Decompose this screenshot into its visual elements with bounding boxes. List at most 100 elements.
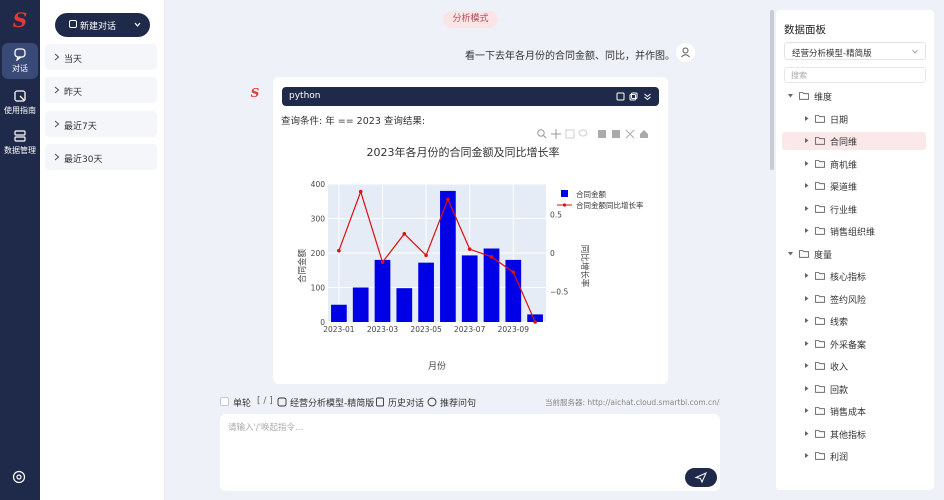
yoy-point[interactable] <box>489 255 494 259</box>
caret-right-icon[interactable] <box>804 408 809 413</box>
caret-right-icon[interactable] <box>804 363 809 368</box>
recommend-questions-link[interactable]: 推荐问句 <box>440 396 476 409</box>
caret-right-icon[interactable] <box>804 453 809 458</box>
chat-input[interactable] <box>228 421 698 461</box>
edit-icon[interactable] <box>616 92 625 101</box>
caret-right-icon[interactable] <box>804 295 809 301</box>
tree-item[interactable]: 收入 <box>782 357 926 375</box>
legend-line-marker <box>562 203 567 207</box>
chevron-down-icon[interactable] <box>134 21 141 28</box>
tree-item[interactable]: 利润 <box>782 447 926 465</box>
rail-item-chat[interactable]: 对话 <box>2 43 38 79</box>
settings-icon[interactable] <box>12 470 26 484</box>
history-icon <box>376 397 384 407</box>
model-icon <box>277 397 287 407</box>
yoy-point[interactable] <box>533 320 537 324</box>
tree-item[interactable]: 日期 <box>782 110 926 128</box>
y-tick-label: 200 <box>311 249 326 258</box>
yoy-point[interactable] <box>424 253 428 258</box>
analysis-mode-badge[interactable]: 分析模式 <box>443 11 498 28</box>
tree-item[interactable]: 行业维 <box>782 200 926 218</box>
tree-item[interactable]: 合同维 <box>782 132 926 150</box>
legend-label-yoy[interactable]: 合同金额同比增长率 <box>576 200 644 210</box>
rail-item-data-management[interactable]: 数据管理 <box>1 125 39 161</box>
bar[interactable] <box>374 259 391 322</box>
caret-right-icon[interactable] <box>804 430 809 436</box>
tree-item[interactable]: 签约风险 <box>782 290 926 308</box>
x-axis-title: 月份 <box>428 360 446 372</box>
caret-right-icon[interactable] <box>804 340 809 346</box>
autoscale-icon[interactable] <box>625 129 635 139</box>
tree-item[interactable]: 销售组织维 <box>782 222 926 240</box>
tree-item[interactable]: 线索 <box>782 312 926 330</box>
chat-input-box <box>220 414 720 491</box>
tree-group[interactable]: 度量 <box>782 245 926 263</box>
single-turn-checkbox[interactable] <box>220 397 229 406</box>
yoy-point[interactable] <box>337 248 341 253</box>
folder-icon <box>815 317 825 325</box>
history-dialog-link[interactable]: 历史对话 <box>388 396 424 409</box>
collapse-icon[interactable] <box>643 92 652 101</box>
tree-item[interactable]: 其他指标 <box>782 425 926 443</box>
yoy-point[interactable] <box>402 232 407 236</box>
new-chat-button[interactable]: 新建对话 <box>55 13 150 37</box>
tree-item[interactable]: 回款 <box>782 380 926 398</box>
copy-icon[interactable] <box>629 92 638 101</box>
main-scrollbar[interactable] <box>770 10 774 170</box>
tree-item[interactable]: 商机维 <box>782 155 926 173</box>
rail-item-guide[interactable]: 使用指南 <box>1 85 39 121</box>
data-panel-search-input[interactable] <box>784 67 926 83</box>
lasso-icon[interactable] <box>578 129 588 137</box>
yoy-point[interactable] <box>446 197 450 202</box>
yoy-point[interactable] <box>467 247 472 251</box>
bar[interactable] <box>396 288 413 322</box>
legend-label-amount[interactable]: 合同金额 <box>576 189 606 199</box>
y2-axis-title: 同比增长率 <box>579 245 590 288</box>
home-icon[interactable] <box>640 130 648 138</box>
folder-icon <box>815 362 825 370</box>
tree-group[interactable]: 维度 <box>782 87 926 105</box>
box-select-icon[interactable] <box>565 129 575 139</box>
zoom-in-icon[interactable] <box>598 130 606 138</box>
tree-item[interactable]: 销售成本 <box>782 402 926 420</box>
model-selector[interactable]: 经营分析模型-精简版 <box>290 396 374 409</box>
chevron-down-icon <box>912 49 918 54</box>
caret-right-icon[interactable] <box>804 160 809 166</box>
y-axis-title: 合同金额 <box>297 249 308 284</box>
caret-right-icon[interactable] <box>804 138 809 143</box>
bar[interactable] <box>331 304 347 322</box>
pan-icon[interactable] <box>551 129 561 139</box>
history-group-today[interactable]: 当天 <box>45 44 157 70</box>
caret-right-icon[interactable] <box>804 115 809 121</box>
yoy-point[interactable] <box>380 260 385 264</box>
tree-item[interactable]: 核心指标 <box>782 267 926 285</box>
history-group-yesterday[interactable]: 昨天 <box>45 77 157 103</box>
zoom-icon[interactable] <box>537 129 547 139</box>
bar[interactable] <box>461 255 478 322</box>
caret-right-icon[interactable] <box>804 228 809 233</box>
model-select[interactable]: 经营分析模型-精简版 <box>784 42 926 60</box>
caret-down-icon[interactable] <box>788 251 793 256</box>
y2-tick-label: 0 <box>550 249 555 258</box>
folder-icon <box>799 92 809 100</box>
yoy-point[interactable] <box>358 189 363 194</box>
data-panel-title: 数据面板 <box>784 24 826 36</box>
caret-right-icon[interactable] <box>804 385 809 391</box>
send-button[interactable] <box>685 468 717 487</box>
tree-item[interactable]: 渠道维 <box>782 177 926 195</box>
caret-right-icon[interactable] <box>804 183 809 188</box>
caret-down-icon[interactable] <box>788 93 793 98</box>
zoom-out-icon[interactable] <box>612 130 620 138</box>
bar[interactable] <box>483 248 500 322</box>
caret-right-icon[interactable] <box>804 205 809 211</box>
yoy-point[interactable] <box>511 270 516 274</box>
bar[interactable] <box>505 259 522 322</box>
tree-item[interactable]: 外采备案 <box>782 335 926 353</box>
caret-right-icon[interactable] <box>804 273 809 278</box>
folder-icon <box>799 249 809 258</box>
bar[interactable] <box>352 287 369 323</box>
caret-right-icon[interactable] <box>804 318 809 323</box>
history-group-last-7-days[interactable]: 最近7天 <box>45 111 157 137</box>
bar[interactable] <box>418 262 434 322</box>
history-group-last-30-days[interactable]: 最近30天 <box>45 144 157 170</box>
